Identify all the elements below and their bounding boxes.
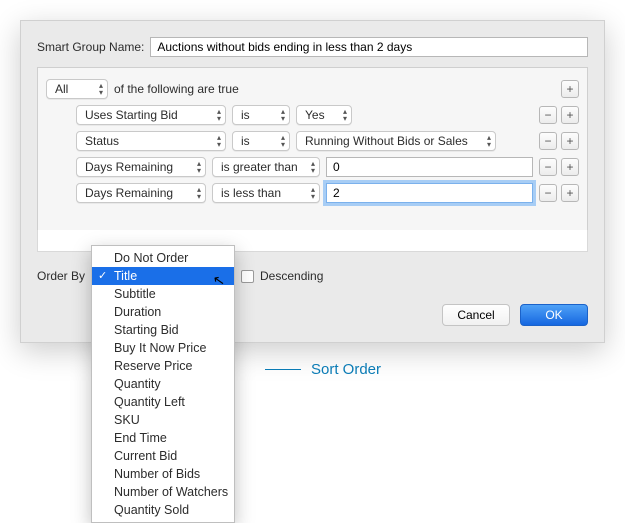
match-select[interactable]: All ▴▾ xyxy=(46,79,108,99)
chevron-updown-icon: ▴▾ xyxy=(487,134,491,148)
rule-row: Days Remaining▴▾ is less than▴▾ −+ xyxy=(76,180,579,206)
chevron-updown-icon: ▴▾ xyxy=(217,108,221,122)
order-option[interactable]: Number of Watchers xyxy=(92,483,234,501)
rule-value-input[interactable] xyxy=(326,157,533,177)
rule-op-select[interactable]: is▴▾ xyxy=(232,105,290,125)
order-row: Order By Do Not OrderTitleSubtitleDurati… xyxy=(37,266,588,286)
rule-op-select[interactable]: is less than▴▾ xyxy=(212,183,320,203)
chevron-updown-icon: ▴▾ xyxy=(99,82,103,96)
remove-rule-button[interactable]: − xyxy=(539,184,557,202)
descending-label: Descending xyxy=(260,269,323,283)
sort-order-callout: Sort Order xyxy=(265,361,381,378)
order-option[interactable]: Subtitle xyxy=(92,285,234,303)
rule-field-select[interactable]: Status▴▾ xyxy=(76,131,226,151)
chevron-updown-icon: ▴▾ xyxy=(217,134,221,148)
callout-line xyxy=(265,369,301,370)
order-by-label: Order By xyxy=(37,269,85,283)
order-option[interactable]: Quantity Sold xyxy=(92,501,234,519)
order-option[interactable]: Starting Bid xyxy=(92,321,234,339)
order-option[interactable]: Number of Bids xyxy=(92,465,234,483)
rule-value-input[interactable] xyxy=(326,183,533,203)
order-option[interactable]: Buy It Now Price xyxy=(92,339,234,357)
rule-op-select[interactable]: is greater than▴▾ xyxy=(212,157,320,177)
add-rule-button[interactable]: + xyxy=(561,184,579,202)
order-option[interactable]: Current Bid xyxy=(92,447,234,465)
add-rule-button[interactable]: + xyxy=(561,106,579,124)
rule-row: Uses Starting Bid▴▾ is▴▾ Yes▴▾ −+ xyxy=(76,102,579,128)
rule-value-select[interactable]: Yes▴▾ xyxy=(296,105,352,125)
chevron-updown-icon: ▴▾ xyxy=(281,134,285,148)
order-option[interactable]: End Time xyxy=(92,429,234,447)
remove-rule-button[interactable]: − xyxy=(539,158,557,176)
ok-button[interactable]: OK xyxy=(520,304,588,326)
smart-group-dialog: Smart Group Name: All ▴▾ of the followin… xyxy=(20,20,605,343)
order-option[interactable]: Do Not Order xyxy=(92,249,234,267)
order-option[interactable]: Reserve Price xyxy=(92,357,234,375)
rule-field-select[interactable]: Days Remaining▴▾ xyxy=(76,157,206,177)
order-option[interactable]: Quantity xyxy=(92,375,234,393)
name-row: Smart Group Name: xyxy=(37,37,588,57)
order-option[interactable]: SKU xyxy=(92,411,234,429)
match-row: All ▴▾ of the following are true + xyxy=(46,76,579,102)
rule-field-select[interactable]: Days Remaining▴▾ xyxy=(76,183,206,203)
order-by-select[interactable]: Do Not OrderTitleSubtitleDurationStartin… xyxy=(91,266,235,286)
name-label: Smart Group Name: xyxy=(37,40,144,54)
remove-rule-button[interactable]: − xyxy=(539,132,557,150)
rules-box: All ▴▾ of the following are true + Uses … xyxy=(37,67,588,231)
name-input[interactable] xyxy=(150,37,588,57)
add-rule-button[interactable]: + xyxy=(561,80,579,98)
rule-row: Status▴▾ is▴▾ Running Without Bids or Sale… xyxy=(76,128,579,154)
rule-row: Days Remaining▴▾ is greater than▴▾ −+ xyxy=(76,154,579,180)
remove-rule-button[interactable]: − xyxy=(539,106,557,124)
chevron-updown-icon: ▴▾ xyxy=(281,108,285,122)
rule-value-select[interactable]: Running Without Bids or Sales▴▾ xyxy=(296,131,496,151)
add-rule-button[interactable]: + xyxy=(561,158,579,176)
chevron-updown-icon: ▴▾ xyxy=(311,186,315,200)
rule-op-select[interactable]: is▴▾ xyxy=(232,131,290,151)
match-suffix: of the following are true xyxy=(114,82,239,96)
add-rule-button[interactable]: + xyxy=(561,132,579,150)
cancel-button[interactable]: Cancel xyxy=(442,304,510,326)
chevron-updown-icon: ▴▾ xyxy=(197,186,201,200)
chevron-updown-icon: ▴▾ xyxy=(343,108,347,122)
order-option[interactable]: Duration xyxy=(92,303,234,321)
callout-text: Sort Order xyxy=(311,361,381,378)
rule-field-select[interactable]: Uses Starting Bid▴▾ xyxy=(76,105,226,125)
order-option[interactable]: Quantity Left xyxy=(92,393,234,411)
chevron-updown-icon: ▴▾ xyxy=(197,160,201,174)
chevron-updown-icon: ▴▾ xyxy=(311,160,315,174)
descending-checkbox[interactable] xyxy=(241,270,254,283)
